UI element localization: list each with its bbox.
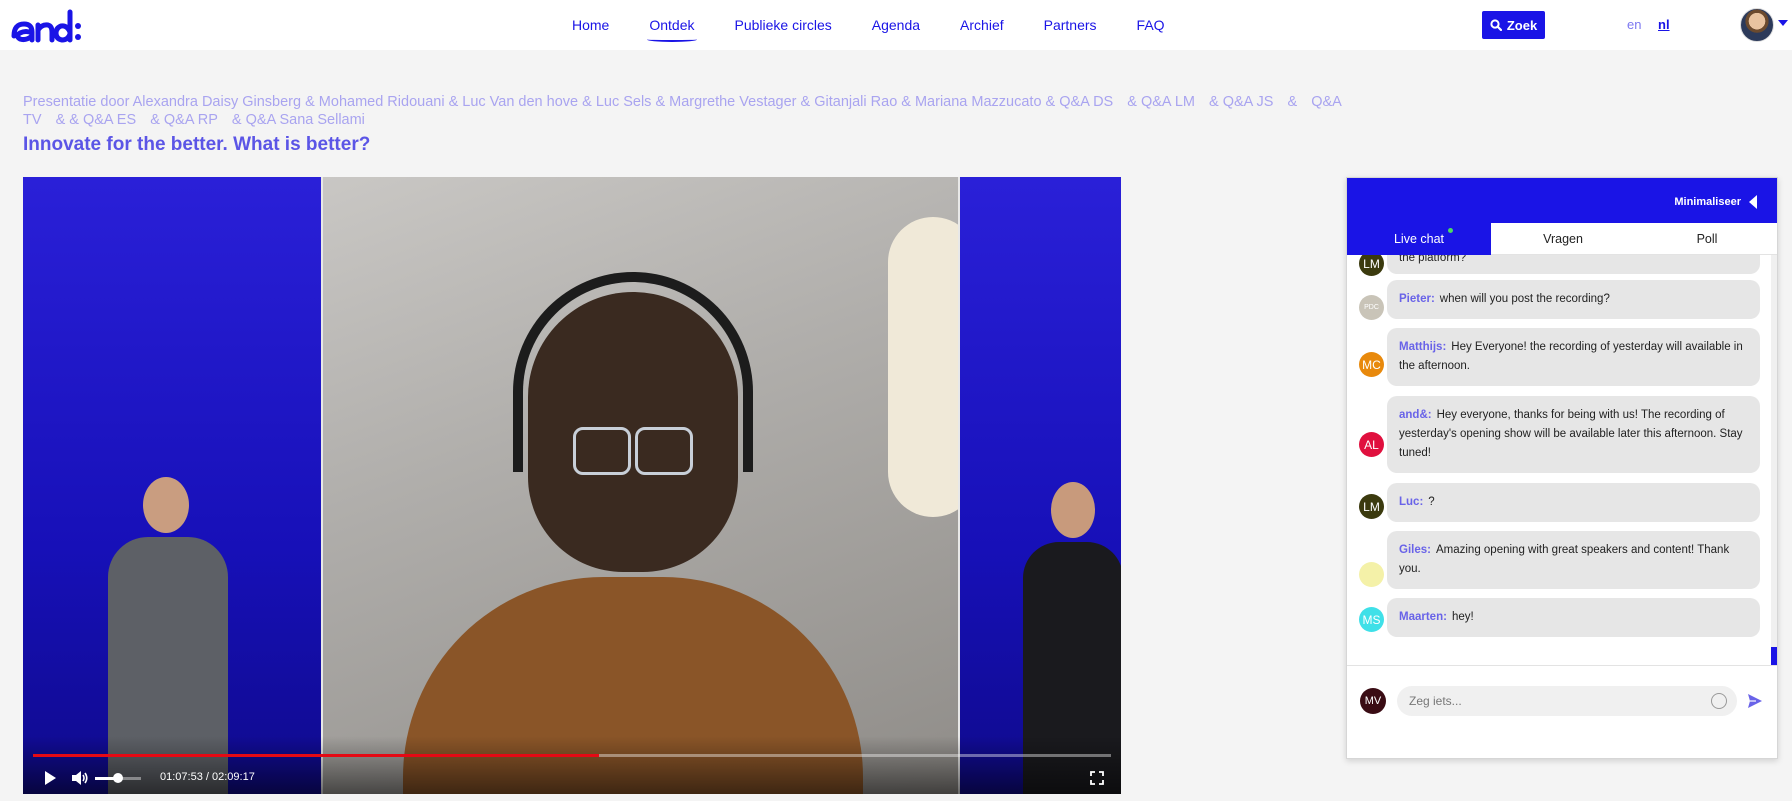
chevron-down-icon[interactable]: [1778, 20, 1788, 26]
avatar: LM: [1359, 494, 1384, 519]
message-text: hey!: [1451, 611, 1474, 623]
chat-message: Maarten: hey!: [1387, 598, 1760, 637]
message-author: Giles:: [1399, 544, 1431, 556]
message-text: ?: [1428, 496, 1435, 508]
main-nav: Home Ontdek Publieke circles Agenda Arch…: [572, 15, 1205, 42]
nav-agenda[interactable]: Agenda: [872, 15, 920, 37]
chat-messages[interactable]: the platform? LM Pieter: when will you po…: [1347, 255, 1777, 665]
tab-label: Vragen: [1543, 231, 1583, 246]
emoji-icon[interactable]: [1711, 693, 1727, 709]
nav-ontdek[interactable]: Ontdek: [647, 15, 697, 42]
avatar: LM: [1359, 255, 1384, 276]
and-logo[interactable]: [10, 6, 82, 44]
nav-partners[interactable]: Partners: [1044, 15, 1097, 37]
chat-scrollbar[interactable]: [1771, 255, 1777, 665]
minimize-label: Minimaliseer: [1674, 196, 1741, 208]
presenter-link[interactable]: & & Q&A ES: [56, 112, 137, 128]
video-player[interactable]: 01:07:53 / 02:09:17: [23, 177, 1121, 794]
tab-vragen[interactable]: Vragen: [1491, 223, 1635, 255]
search-icon: [1490, 19, 1502, 31]
collapse-arrow-icon: [1749, 195, 1757, 209]
page-title: Innovate for the better. What is better?: [23, 134, 371, 155]
avatar: MV: [1360, 688, 1386, 714]
avatar: [1359, 562, 1384, 587]
fullscreen-icon[interactable]: [1090, 771, 1104, 785]
top-navigation-bar: Home Ontdek Publieke circles Agenda Arch…: [0, 0, 1792, 50]
player-controls: 01:07:53 / 02:09:17: [23, 736, 1121, 794]
tab-label: Poll: [1696, 231, 1718, 246]
glasses: [573, 427, 693, 475]
live-indicator-icon: [1448, 228, 1453, 233]
avatar: AL: [1359, 432, 1384, 457]
send-icon[interactable]: [1747, 693, 1763, 709]
message-author: Luc:: [1399, 496, 1424, 508]
play-icon[interactable]: [45, 771, 56, 785]
volume-slider[interactable]: [95, 773, 141, 783]
chat-header: Minimaliseer: [1347, 178, 1777, 223]
time-display: 01:07:53 / 02:09:17: [160, 771, 255, 783]
tab-poll[interactable]: Poll: [1635, 223, 1777, 255]
chat-message: Giles: Amazing opening with great speaker…: [1387, 531, 1760, 589]
scrollbar-thumb[interactable]: [1771, 647, 1777, 665]
chat-input-wrapper: [1397, 686, 1737, 716]
nav-publieke-circles[interactable]: Publieke circles: [735, 15, 832, 37]
video-call-screen: [321, 177, 960, 794]
message-text: when will you post the recording?: [1439, 293, 1610, 305]
presenter-link: &: [1287, 94, 1298, 110]
presenter-link[interactable]: & Q&A LM: [1127, 94, 1195, 110]
seek-bar-progress: [33, 754, 599, 757]
chat-message: Pieter: when will you post the recording?: [1387, 280, 1760, 319]
chat-message: the platform?: [1387, 255, 1760, 274]
message-author: and&:: [1399, 409, 1432, 421]
chat-message: and&: Hey everyone, thanks for being with…: [1387, 396, 1760, 473]
nav-archief[interactable]: Archief: [960, 15, 1004, 37]
presenter-link[interactable]: & Q&A Sana Sellami: [232, 112, 365, 128]
message-text: Amazing opening with great speakers and …: [1399, 544, 1730, 575]
tab-label: Live chat: [1393, 232, 1445, 246]
search-button[interactable]: Zoek: [1482, 11, 1545, 39]
lamp: [888, 217, 958, 517]
profile-avatar[interactable]: [1740, 8, 1774, 42]
presenter-link[interactable]: & Q&A JS: [1209, 94, 1273, 110]
chat-composer: MV: [1347, 665, 1777, 758]
search-button-label: Zoek: [1506, 17, 1538, 33]
avatar: PDC: [1359, 295, 1384, 320]
presenters-list: Presentatie door Alexandra Daisy Ginsber…: [23, 93, 1343, 129]
avatar: MS: [1359, 607, 1384, 632]
message-text: Hey Everyone! the recording of yesterday…: [1399, 341, 1743, 372]
message-author: Matthijs:: [1399, 341, 1447, 353]
language-nl[interactable]: nl: [1658, 17, 1670, 32]
nav-faq[interactable]: FAQ: [1137, 15, 1165, 37]
seek-bar[interactable]: [33, 754, 1111, 757]
message-text: the platform?: [1399, 255, 1467, 264]
avatar: MC: [1359, 352, 1384, 377]
chat-panel: Minimaliseer Live chat Vragen Poll the p…: [1346, 177, 1778, 759]
presenter-link[interactable]: & Q&A RP: [150, 112, 218, 128]
tab-live-chat[interactable]: Live chat: [1347, 223, 1491, 255]
message-author: Pieter:: [1399, 293, 1435, 305]
chat-tabs: Live chat Vragen Poll: [1347, 223, 1777, 255]
volume-icon[interactable]: [71, 770, 89, 786]
chat-message: Matthijs: Hey Everyone! the recording of …: [1387, 328, 1760, 386]
nav-home[interactable]: Home: [572, 15, 609, 37]
chat-input[interactable]: [1397, 686, 1697, 716]
language-en[interactable]: en: [1627, 17, 1641, 32]
presenters-line[interactable]: Presentatie door Alexandra Daisy Ginsber…: [23, 94, 1113, 110]
volume-knob[interactable]: [113, 773, 123, 783]
message-text: Hey everyone, thanks for being with us! …: [1399, 409, 1743, 459]
message-author: Maarten:: [1399, 611, 1447, 623]
minimize-button[interactable]: Minimaliseer: [1674, 195, 1757, 209]
chat-message: Luc:?: [1387, 483, 1760, 522]
